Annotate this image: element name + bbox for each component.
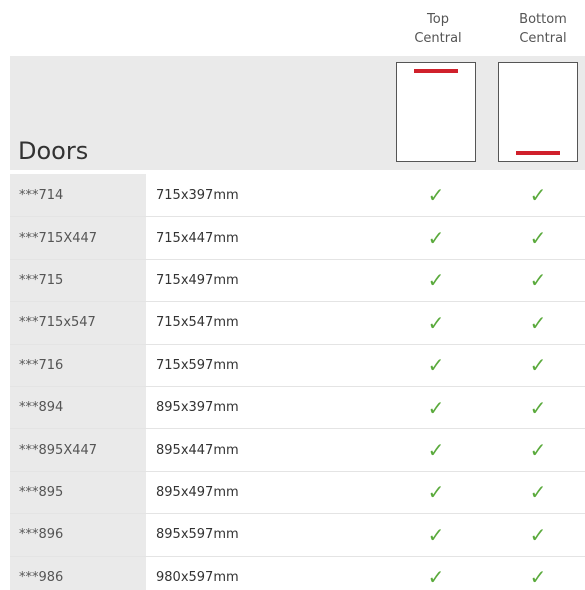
column-header-bottom-line2: Central (519, 31, 567, 46)
section-title: Doors (18, 137, 89, 165)
check-top-central-icon: ✓ (427, 565, 445, 590)
door-code: ***715x547 (10, 302, 146, 344)
table-row: ***894 895x397mm ✓ ✓ (10, 385, 585, 429)
door-size: 980x597mm (156, 569, 239, 585)
check-top-central-icon: ✓ (427, 183, 445, 208)
table-row: ***896 895x597mm ✓ ✓ (10, 513, 585, 556)
table-row: ***715x547 715x547mm ✓ ✓ (10, 301, 585, 344)
door-code: ***714 (10, 174, 146, 217)
door-bottom-handle-icon (498, 62, 578, 162)
door-top-handle-icon (396, 62, 476, 162)
column-header-bottom-central: Bottom Central (503, 10, 583, 48)
table-row: ***895X447 895x447mm ✓ ✓ (10, 428, 585, 471)
table-row: ***716 715x597mm ✓ ✓ (10, 343, 585, 386)
check-top-central-icon: ✓ (427, 480, 445, 505)
door-size: 715x447mm (156, 230, 239, 246)
table-row: ***714 715x397mm ✓ ✓ (10, 174, 585, 217)
door-code: ***896 (10, 514, 146, 556)
check-bottom-central-icon: ✓ (529, 353, 547, 378)
door-size: 715x497mm (156, 272, 239, 288)
door-code: ***986 (10, 556, 146, 590)
check-top-central-icon: ✓ (427, 226, 445, 251)
column-header-bottom-line1: Bottom (519, 12, 567, 27)
door-size: 715x597mm (156, 357, 239, 373)
check-bottom-central-icon: ✓ (529, 438, 547, 463)
door-size: 895x397mm (156, 400, 239, 416)
table-row: ***715 715x497mm ✓ ✓ (10, 258, 585, 302)
check-top-central-icon: ✓ (427, 522, 445, 547)
column-header-top-central: Top Central (398, 10, 478, 48)
check-top-central-icon: ✓ (427, 310, 445, 335)
column-header-top-line2: Central (414, 31, 462, 46)
door-code: ***895X447 (10, 429, 146, 471)
check-bottom-central-icon: ✓ (529, 522, 547, 547)
check-bottom-central-icon: ✓ (529, 268, 547, 293)
door-code: ***715X447 (10, 217, 146, 259)
door-size: 895x447mm (156, 442, 239, 458)
door-code: ***716 (10, 344, 146, 386)
handle-top-icon (414, 69, 458, 73)
check-bottom-central-icon: ✓ (529, 395, 547, 420)
check-top-central-icon: ✓ (427, 268, 445, 293)
table-row: ***715X447 715x447mm ✓ ✓ (10, 216, 585, 259)
check-bottom-central-icon: ✓ (529, 565, 547, 590)
door-code: ***715 (10, 259, 146, 302)
check-bottom-central-icon: ✓ (529, 480, 547, 505)
door-code: ***895 (10, 471, 146, 514)
check-top-central-icon: ✓ (427, 353, 445, 378)
check-top-central-icon: ✓ (427, 438, 445, 463)
handle-bottom-icon (516, 151, 560, 155)
table-row: ***986 980x597mm ✓ ✓ (10, 555, 585, 590)
door-size: 715x547mm (156, 315, 239, 331)
door-size: 895x597mm (156, 527, 239, 543)
check-bottom-central-icon: ✓ (529, 183, 547, 208)
check-top-central-icon: ✓ (427, 395, 445, 420)
column-header-top-line1: Top (427, 12, 449, 27)
check-bottom-central-icon: ✓ (529, 310, 547, 335)
door-code: ***894 (10, 386, 146, 429)
check-bottom-central-icon: ✓ (529, 226, 547, 251)
table-body: ***714 715x397mm ✓ ✓ ***715X447 715x447mm ✓ ✓ **… (10, 174, 585, 590)
door-size: 895x497mm (156, 484, 239, 500)
table-row: ***895 895x497mm ✓ ✓ (10, 470, 585, 514)
door-size: 715x397mm (156, 187, 239, 203)
door-compatibility-table: Top Central Bottom Central Doors ***714 7… (0, 0, 585, 590)
